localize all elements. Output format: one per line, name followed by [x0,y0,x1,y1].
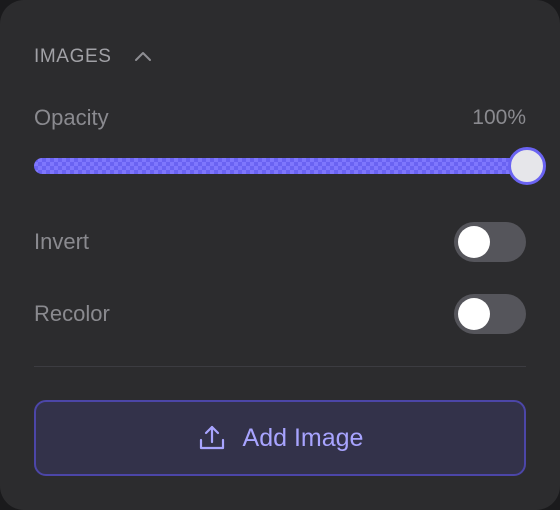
recolor-label: Recolor [34,301,110,326]
add-image-button[interactable]: Add Image [34,400,526,476]
opacity-slider-track[interactable] [34,158,526,174]
section-title: IMAGES [34,46,112,67]
images-section-header[interactable]: IMAGES [34,44,154,70]
recolor-toggle[interactable] [454,294,526,334]
chevron-up-icon[interactable] [132,46,154,68]
divider [34,366,526,367]
add-image-label: Add Image [242,423,364,452]
invert-toggle[interactable] [454,222,526,262]
invert-label: Invert [34,229,90,254]
invert-row: Invert [34,222,526,262]
images-panel: IMAGES Opacity 100% Invert Recolor Add I… [0,0,560,510]
opacity-label: Opacity [34,105,109,130]
opacity-value: 100% [472,106,526,129]
opacity-slider[interactable] [34,147,546,185]
upload-icon [197,423,227,453]
recolor-toggle-knob [458,298,490,330]
recolor-row: Recolor [34,294,526,334]
invert-toggle-knob [458,226,490,258]
opacity-slider-thumb[interactable] [508,147,546,185]
opacity-row: Opacity 100% [34,103,526,133]
